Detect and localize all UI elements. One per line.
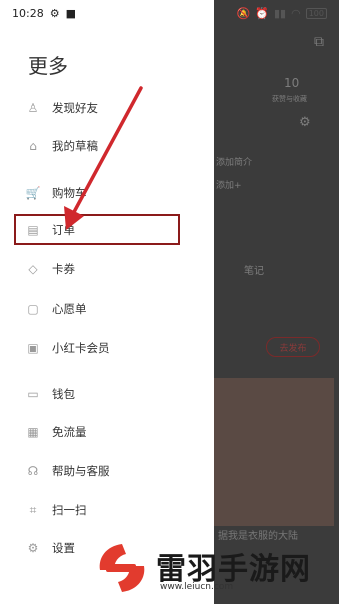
signal-icon: ▮▮ [274, 6, 287, 20]
status-bar: 10:28 ⚙ ■ 🔕 ⏰ ▮▮ ◠ 100 [0, 0, 339, 26]
mute-icon: 🔕 [236, 6, 251, 20]
red-arrow-annotation [64, 86, 143, 230]
watermark-logo-icon [99, 544, 145, 592]
wifi-icon: ◠ [291, 6, 301, 20]
settings-gear-icon: ⚙ [49, 6, 60, 20]
alarm-icon: ⏰ [255, 6, 269, 20]
video-record-icon: ■ [65, 6, 76, 20]
status-time: 10:28 [12, 6, 44, 20]
site-watermark: 雷羽手游网 www.leiucn.com [92, 532, 338, 604]
battery-level: 100 [305, 7, 327, 19]
watermark-url: www.leiucn.com [160, 582, 234, 592]
